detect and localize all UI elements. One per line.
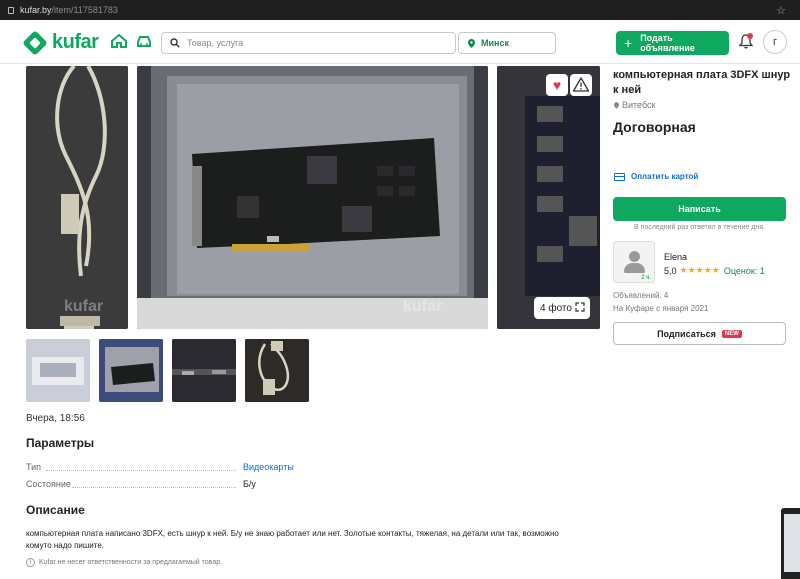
param-value-link[interactable]: Видеокарты [243,462,294,472]
item-price: Договорная [613,119,696,135]
seller-avatar[interactable]: 2 ч. [613,241,655,283]
param-key: Состояние [26,479,71,489]
subscribe-label: Подписаться [657,328,716,339]
report-button[interactable] [570,74,592,96]
real-estate-icon[interactable] [111,34,127,48]
gallery-photo-main[interactable]: kufar [137,66,488,329]
disclaimer: ! Kufar не несет ответственности за пред… [26,558,222,567]
person-icon [629,251,640,262]
info-icon: ! [26,558,35,567]
fullscreen-icon [575,302,585,312]
params-heading: Параметры [26,436,95,450]
graphics-card-photo-image [137,66,488,329]
rating-value: 5,0 [664,265,677,276]
seller-ads-count: Объявлений: 4 [613,291,669,300]
notification-dot [747,33,753,39]
disclaimer-text: Kufar не несет ответственности за предла… [39,559,223,566]
search-field[interactable] [161,32,456,54]
thumbnail-image [172,339,236,402]
seller-age-badge: 2 ч. [639,275,653,281]
photo-count-label: 4 фото [540,302,572,314]
cable-photo-image [26,66,128,329]
logo-text: kufar [52,31,99,53]
gallery-photo-next[interactable] [497,66,600,329]
person-icon-body [624,263,645,273]
thumbnail-4[interactable] [245,339,309,402]
url-host: kufar.by [20,5,52,15]
browser-url-bar[interactable]: kufar.by/item/117581783 ☆ [0,0,800,20]
thumbnail-image [26,339,90,402]
city-label: Витебск [622,100,656,110]
subscribe-button[interactable]: Подписаться NEW [613,322,786,345]
heart-icon: ♥ [552,77,562,93]
thumbnail-2[interactable] [99,339,163,402]
location-selector[interactable]: Минск [458,32,556,54]
description-text: компьютерная плата написано 3DFX, есть ш… [26,529,559,550]
location-pin-icon [614,101,619,109]
side-widget-screen [784,514,800,572]
param-leader [46,470,236,471]
post-ad-label: Подать объявление [640,33,695,53]
gallery-photo-cable[interactable]: kufar [26,66,128,329]
kufar-logo[interactable]: kufar [22,29,99,56]
photo-count-badge[interactable]: 4 фото [534,297,590,319]
url-path: /item/117581783 [51,5,118,15]
item-title: компьютерная плата 3DFX шнур к ней [613,69,791,96]
thumbnail-3[interactable] [172,339,236,402]
thumbnail-image [99,339,163,402]
search-input[interactable] [187,38,447,48]
thumbnail-image [245,339,309,402]
posted-date: Вчера, 18:56 [26,413,85,424]
param-leader [72,487,236,488]
description-heading: Описание [26,503,85,517]
plus-icon: + [624,35,633,51]
post-ad-button[interactable]: + Подать объявление [616,31,729,55]
credit-card-icon [614,172,625,181]
thumbnail-1[interactable] [26,339,90,402]
param-key: Тип [26,462,42,472]
pay-by-card-link[interactable]: Оплатить картой [614,172,698,181]
photo-watermark: kufar [64,298,104,315]
user-avatar[interactable]: г [763,30,787,54]
pay-by-card-label: Оплатить картой [631,172,699,181]
write-message-button[interactable]: Написать [613,197,786,221]
reviews-count-link[interactable]: Оценок: 1 [724,266,765,276]
location-pin-icon [468,38,475,48]
seller-since: На Куфаре с января 2021 [613,304,709,313]
favorite-heart-button[interactable]: ♥ [546,74,568,96]
car-icon[interactable] [136,34,152,48]
seller-rating: 5,0 ★★★★★ Оценок: 1 [664,265,765,276]
rating-stars-icon: ★★★★★ [679,265,720,275]
new-badge: NEW [721,329,742,338]
item-city: Витебск [614,100,655,110]
site-header: kufar Минск + Подать объявление г [0,20,800,64]
seller-name[interactable]: Elena [664,252,687,262]
search-icon [170,38,180,48]
warning-triangle-icon [572,77,590,92]
logo-mark-icon [22,29,48,56]
side-widget-preview[interactable] [781,508,800,579]
bookmark-star-icon[interactable]: ☆ [776,4,786,17]
location-label: Минск [481,38,509,48]
last-seen-text: В последний раз ответил в течение дня. [634,224,765,231]
lock-icon [8,6,14,14]
photo-watermark: kufar [403,298,443,315]
param-value: Б/у [243,479,256,489]
card-closeup-photo-image [497,66,600,329]
